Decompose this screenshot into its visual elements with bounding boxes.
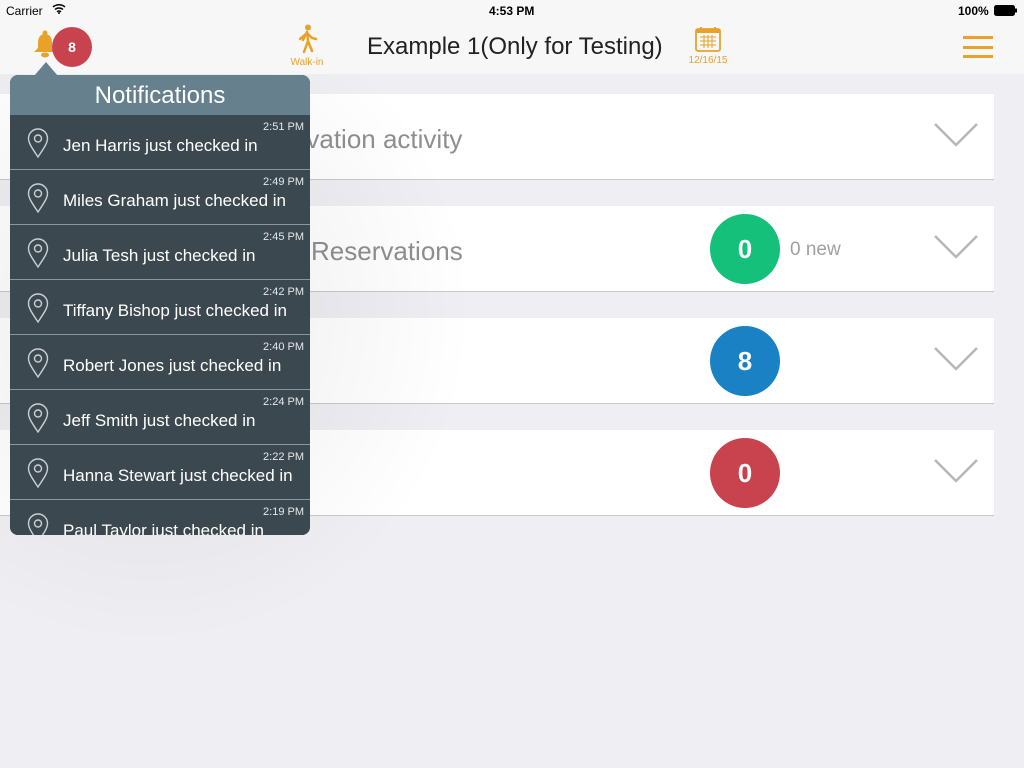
card-label: Reservations xyxy=(311,236,463,266)
clock: 4:53 PM xyxy=(489,4,535,18)
chevron-down-icon[interactable] xyxy=(933,458,979,484)
walk-in-label: Walk-in xyxy=(290,57,324,68)
notification-text: Julia Tesh just checked in xyxy=(63,246,256,265)
status-bar: Carrier 4:53 PM 100% xyxy=(0,0,1024,20)
location-pin-icon xyxy=(27,513,49,535)
notification-item[interactable]: 2:42 PM Tiffany Bishop just checked in xyxy=(10,280,310,335)
notification-text: Hanna Stewart just checked in xyxy=(63,466,293,485)
notification-time: 2:42 PM xyxy=(263,286,304,298)
notification-text: Tiffany Bishop just checked in xyxy=(63,301,287,320)
notification-item[interactable]: 2:24 PM Jeff Smith just checked in xyxy=(10,390,310,445)
notification-item[interactable]: 2:40 PM Robert Jones just checked in xyxy=(10,335,310,390)
notification-time: 2:24 PM xyxy=(263,396,304,408)
notification-item[interactable]: 2:45 PM Julia Tesh just checked in xyxy=(10,225,310,280)
calendar-icon xyxy=(695,27,721,52)
chevron-down-icon[interactable] xyxy=(933,122,979,148)
carrier: Carrier xyxy=(6,4,43,18)
battery-percent: 100% xyxy=(958,4,989,18)
notification-item[interactable]: 2:51 PM Jen Harris just checked in xyxy=(10,115,310,170)
notification-time: 2:51 PM xyxy=(263,121,304,133)
date-label: 12/16/15 xyxy=(688,55,728,66)
notification-time: 2:49 PM xyxy=(263,176,304,188)
date-picker-button[interactable]: 12/16/15 xyxy=(684,26,732,66)
location-pin-icon xyxy=(27,128,49,158)
walking-person-icon xyxy=(298,24,318,54)
notification-time: 2:40 PM xyxy=(263,341,304,353)
notification-time: 2:45 PM xyxy=(263,231,304,243)
notification-time: 2:22 PM xyxy=(263,451,304,463)
notification-text: Jeff Smith just checked in xyxy=(63,411,256,430)
count-badge: 8 xyxy=(710,326,780,396)
popover-arrow xyxy=(34,62,58,76)
notification-item[interactable]: 2:22 PM Hanna Stewart just checked in xyxy=(10,445,310,500)
notification-item[interactable]: 2:49 PM Miles Graham just checked in xyxy=(10,170,310,225)
page-title: Example 1(Only for Testing) xyxy=(367,33,663,60)
popover-title: Notifications xyxy=(10,75,310,115)
notification-count-badge[interactable]: 8 xyxy=(52,27,92,67)
notification-text: Paul Taylor just checked in xyxy=(63,521,264,535)
notifications-popover: Notifications 2:51 PM Jen Harris just che… xyxy=(10,75,310,535)
notification-item[interactable]: 2:19 PM Paul Taylor just checked in xyxy=(10,500,310,535)
location-pin-icon xyxy=(27,458,49,488)
notification-text: Robert Jones just checked in xyxy=(63,356,282,375)
location-pin-icon xyxy=(27,238,49,268)
wifi-icon xyxy=(52,3,66,17)
chevron-down-icon[interactable] xyxy=(933,234,979,260)
notification-text: Miles Graham just checked in xyxy=(63,191,286,210)
hamburger-menu-icon[interactable] xyxy=(963,36,993,58)
location-pin-icon xyxy=(27,293,49,323)
nav-bar: 8 Walk-in Example 1(Only for Testing) 12… xyxy=(0,20,1024,74)
notification-time: 2:19 PM xyxy=(263,506,304,518)
count-badge: 0 xyxy=(710,214,780,284)
new-count: 0 new xyxy=(790,239,841,260)
walk-in-button[interactable]: Walk-in xyxy=(287,24,327,68)
location-pin-icon xyxy=(27,183,49,213)
notification-text: Jen Harris just checked in xyxy=(63,136,258,155)
chevron-down-icon[interactable] xyxy=(933,346,979,372)
battery-icon xyxy=(994,5,1018,19)
location-pin-icon xyxy=(27,348,49,378)
count-badge: 0 xyxy=(710,438,780,508)
location-pin-icon xyxy=(27,403,49,433)
